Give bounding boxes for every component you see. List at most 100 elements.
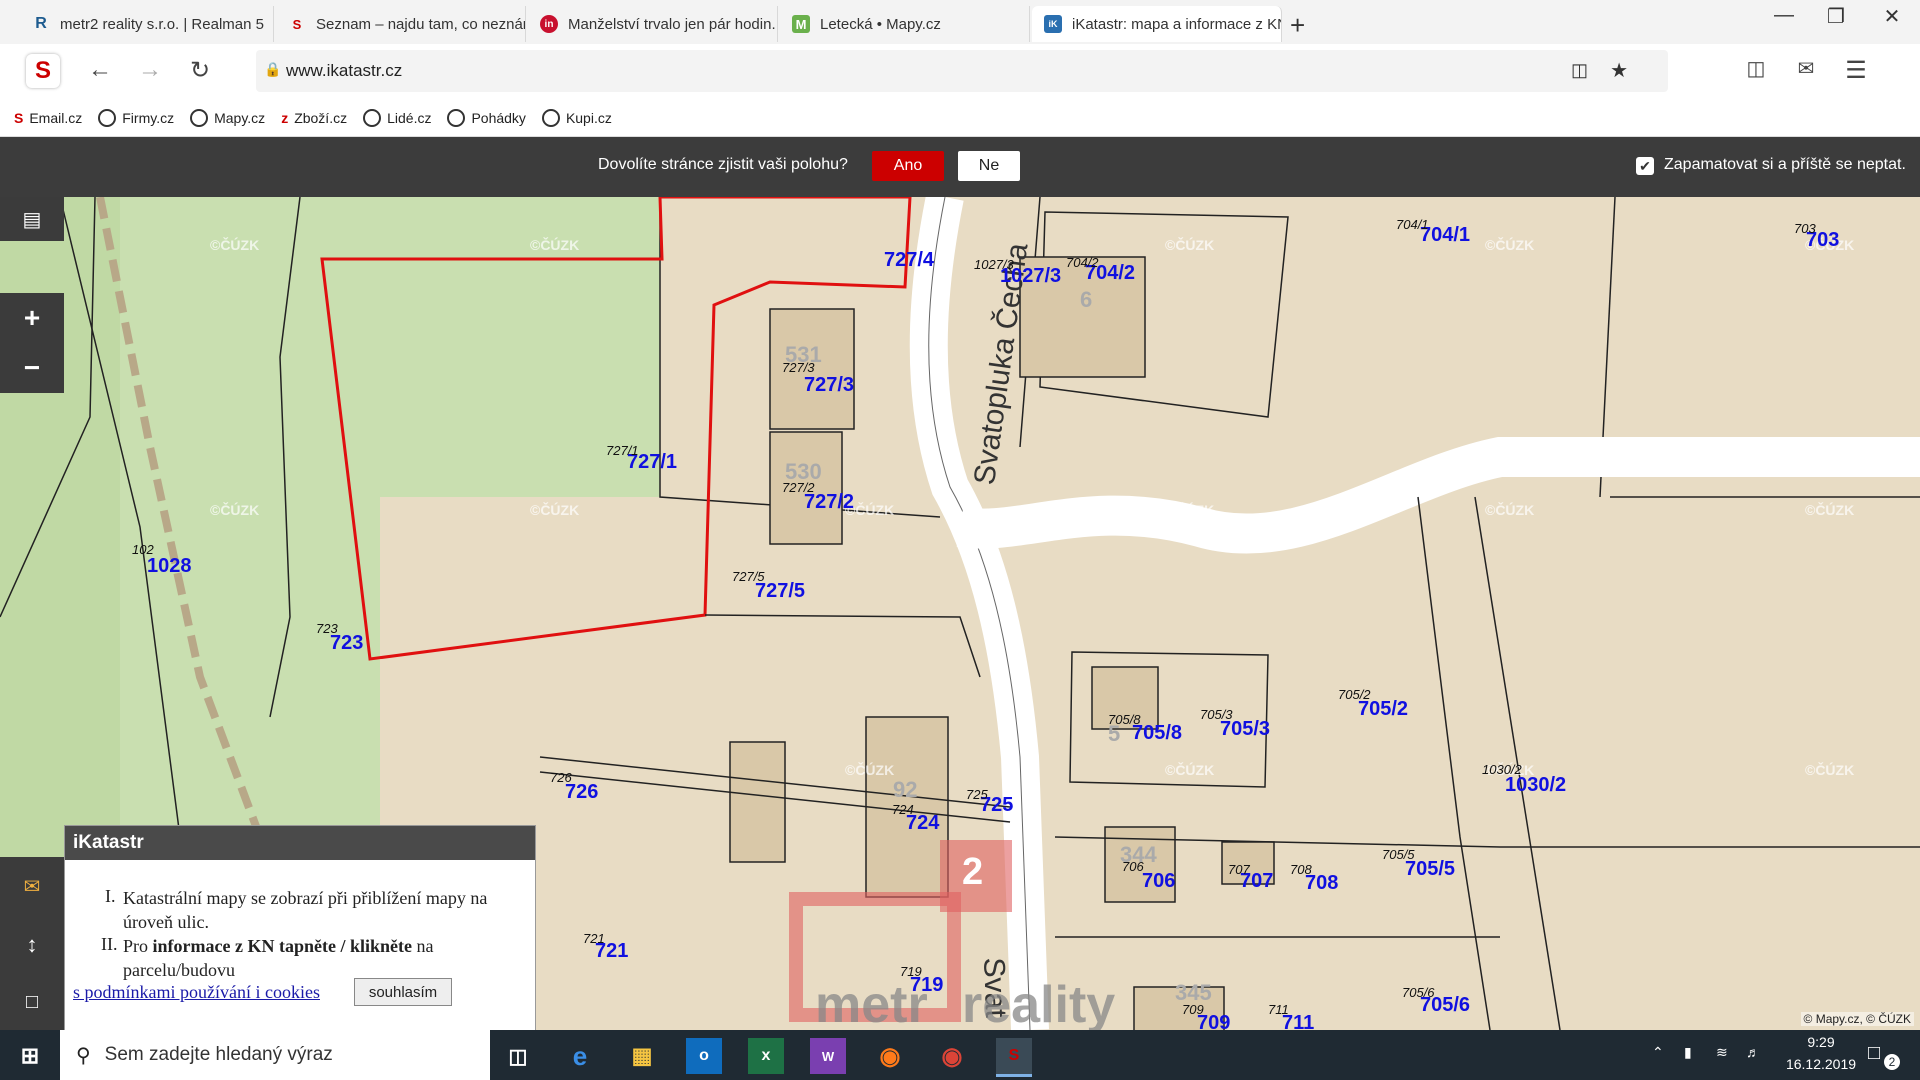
overlay-number: 2 bbox=[962, 851, 984, 893]
geolocation-prompt: Dovolíte stránce zjistit vaši polohu? An… bbox=[0, 137, 1920, 197]
parcel-small-label: 727/1 bbox=[606, 443, 639, 458]
file-explorer-icon[interactable]: ▦ bbox=[624, 1038, 660, 1074]
parcel-small-label: 727/2 bbox=[782, 480, 815, 495]
cuzk-watermark: ©ČÚZK bbox=[1485, 237, 1535, 253]
bookmark-email[interactable]: S Email.cz bbox=[14, 110, 82, 126]
deny-button[interactable]: Ne bbox=[958, 151, 1020, 181]
comment-icon[interactable]: ✉ bbox=[24, 874, 41, 899]
menu-icon[interactable]: ☰ bbox=[1840, 56, 1872, 85]
allow-button[interactable]: Ano bbox=[872, 151, 944, 181]
star-icon[interactable]: ★ bbox=[1610, 58, 1628, 83]
chrome-icon[interactable]: ◉ bbox=[934, 1038, 970, 1074]
bookmark-mapy[interactable]: Mapy.cz bbox=[190, 109, 265, 127]
map-icon: ▤ bbox=[22, 208, 42, 231]
mapy-favicon-icon: M bbox=[792, 15, 810, 33]
parcel-small-label: 727/5 bbox=[732, 569, 765, 584]
bookmark-zbozi[interactable]: z Zboží.cz bbox=[281, 110, 347, 126]
tab-label: Seznam – najdu tam, co neznám bbox=[316, 15, 525, 33]
parcel-small-label: 705/5 bbox=[1382, 847, 1415, 862]
realman-favicon-icon: R bbox=[35, 15, 47, 32]
reload-icon[interactable]: ↻ bbox=[184, 56, 216, 85]
back-arrow-icon[interactable]: ← bbox=[84, 56, 116, 84]
reader-icon[interactable]: ◫ bbox=[1571, 60, 1588, 81]
seznam-logo-icon[interactable]: S bbox=[26, 54, 60, 88]
tab-ikatastr[interactable]: iK iKatastr: mapa a informace z KN bbox=[1032, 6, 1282, 42]
overlay-logo-reality: reality bbox=[962, 976, 1116, 1030]
volume-icon[interactable]: ♬ bbox=[1746, 1044, 1760, 1060]
info-item-1: Katastrální mapy se zobrazí při přiblíže… bbox=[123, 888, 488, 932]
terms-link[interactable]: s podmínkami používání i cookies bbox=[73, 982, 320, 1003]
parcel-label[interactable]: 1028 bbox=[147, 555, 192, 578]
parcel-small-label: 705/2 bbox=[1338, 687, 1371, 702]
tray-chevron-icon[interactable]: ⌃ bbox=[1652, 1044, 1664, 1061]
building-number: 6 bbox=[1080, 287, 1093, 312]
tab-label: iKatastr: mapa a informace z KN bbox=[1072, 15, 1281, 33]
address-bar[interactable]: 🔒 www.ikatastr.cz ◫ ★ bbox=[256, 50, 1668, 92]
new-tab-plus-icon[interactable]: + bbox=[1290, 10, 1305, 41]
parcel-small-label: 726 bbox=[550, 770, 572, 785]
bookmark-kupi[interactable]: Kupi.cz bbox=[541, 109, 612, 127]
minimize-icon[interactable]: — bbox=[1764, 4, 1804, 27]
novinky-favicon-icon: in bbox=[540, 15, 558, 33]
ikatastr-favicon-icon: iK bbox=[1044, 15, 1062, 33]
parcel-small-label: 705/3 bbox=[1200, 707, 1233, 722]
task-view-icon[interactable]: ◫ bbox=[500, 1038, 536, 1074]
info-panel-title: iKatastr bbox=[65, 826, 535, 860]
tab-seznam[interactable]: S Seznam – najdu tam, co neznám bbox=[276, 6, 526, 42]
excel-icon[interactable]: x bbox=[748, 1038, 784, 1074]
parcel-small-label: 102 bbox=[132, 542, 154, 557]
map-layers-button[interactable]: ▤ bbox=[0, 197, 64, 241]
parcel-small-label: 723 bbox=[316, 621, 338, 636]
clock-time[interactable]: 9:29 bbox=[1786, 1034, 1856, 1050]
windows-start-icon[interactable]: ⊞ bbox=[12, 1038, 48, 1074]
building-number: 92 bbox=[893, 777, 918, 802]
mail-icon[interactable]: ✉ bbox=[1790, 56, 1822, 81]
agree-button[interactable]: souhlasím bbox=[354, 978, 452, 1006]
battery-icon[interactable]: ▮ bbox=[1684, 1044, 1692, 1061]
info-item-2: Pro informace z KN tapněte / klikněte na… bbox=[123, 934, 523, 982]
parcel-small-label: 711 bbox=[1268, 1002, 1289, 1017]
cuzk-watermark: ©ČÚZK bbox=[530, 237, 580, 253]
close-icon[interactable]: ✕ bbox=[1872, 4, 1912, 29]
area-icon[interactable]: □ bbox=[26, 991, 38, 1014]
remember-checkbox[interactable]: ✔ bbox=[1636, 157, 1654, 175]
navigation-bar: S ← → ↻ 🔒 www.ikatastr.cz ◫ ★ ◫ ✉ ☰ bbox=[0, 44, 1920, 100]
seznam-browser-icon[interactable]: S bbox=[996, 1038, 1032, 1077]
wifi-icon[interactable]: ≋ bbox=[1716, 1044, 1728, 1061]
parcel-small-label: 725 bbox=[966, 787, 988, 802]
tab-metr2[interactable]: R metr2 reality s.r.o. | Realman 5 bbox=[20, 6, 274, 42]
bookmark-label: Kupi.cz bbox=[565, 110, 612, 126]
sidebar-icon[interactable]: ◫ bbox=[1740, 56, 1772, 81]
bookmark-label: Firmy.cz bbox=[122, 110, 175, 126]
tab-mapy[interactable]: M Letecká • Mapy.cz bbox=[780, 6, 1030, 42]
parcel-label[interactable]: 1030/2 bbox=[1505, 774, 1566, 797]
bookmark-firmy[interactable]: Firmy.cz bbox=[98, 109, 174, 127]
parcel-small-label: 1030/2 bbox=[1482, 762, 1522, 777]
bookmark-pohadky[interactable]: Pohádky bbox=[447, 109, 526, 127]
notifications-icon[interactable]: □ bbox=[1868, 1042, 1880, 1065]
forward-arrow-icon[interactable]: → bbox=[134, 56, 166, 84]
firefox-icon[interactable]: ◉ bbox=[872, 1038, 908, 1074]
cuzk-watermark: ©ČÚZK bbox=[1485, 502, 1535, 518]
clock-date[interactable]: 16.12.2019 bbox=[1776, 1056, 1866, 1072]
zoom-out-button[interactable]: − bbox=[0, 343, 64, 393]
measure-icon[interactable]: ↕ bbox=[27, 932, 38, 958]
seznam-small-icon: S bbox=[14, 110, 24, 126]
parcel-label[interactable]: 706 bbox=[1142, 870, 1175, 893]
parcel-small-label: 708 bbox=[1290, 862, 1312, 877]
bookmark-label: Pohádky bbox=[471, 110, 526, 126]
zoom-in-button[interactable]: + bbox=[0, 293, 64, 343]
parcel-small-label: 707 bbox=[1228, 862, 1250, 877]
restore-icon[interactable]: ❐ bbox=[1816, 4, 1856, 29]
tab-article[interactable]: in Manželství trvalo jen pár hodin. S bbox=[528, 6, 778, 42]
taskbar-search[interactable]: ⚲ Sem zadejte hledaný výraz bbox=[60, 1030, 490, 1080]
word-icon[interactable]: W bbox=[810, 1038, 846, 1074]
bookmark-lide[interactable]: Lidé.cz bbox=[363, 109, 431, 127]
parcel-label[interactable]: 727/4 bbox=[884, 249, 934, 272]
parcel-label[interactable]: 727/3 bbox=[804, 374, 854, 397]
outlook-icon[interactable]: o bbox=[686, 1038, 722, 1074]
cuzk-watermark: ©ČÚZK bbox=[210, 502, 260, 518]
edge-icon[interactable]: e bbox=[562, 1038, 598, 1074]
info-item-number: I. bbox=[105, 886, 116, 906]
remember-label: Zapamatovat si a příště se neptat. bbox=[1664, 156, 1906, 173]
